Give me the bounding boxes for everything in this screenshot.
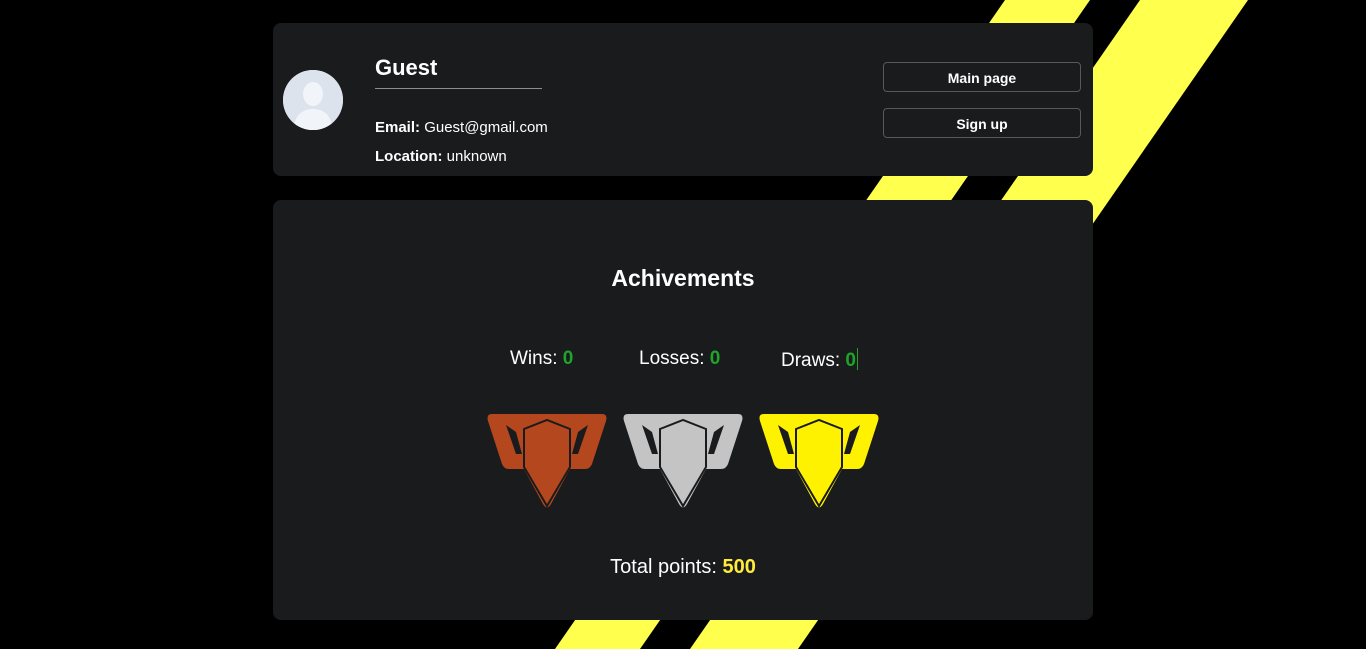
wins-value: 0 — [562, 348, 574, 369]
bronze-trophy-icon — [487, 414, 607, 508]
gold-trophy-icon — [759, 414, 879, 508]
location-label: Location: — [375, 148, 443, 165]
wins-label: Wins: — [510, 348, 558, 369]
user-silhouette-icon — [283, 70, 343, 130]
wins-stat: Wins: 0 — [510, 348, 573, 370]
location-row: Location: unknown — [375, 148, 507, 165]
email-value: Guest@gmail.com — [424, 119, 548, 136]
total-points: Total points: 500 — [273, 556, 1093, 579]
profile-card: Guest Email: Guest@gmail.com Location: u… — [273, 23, 1093, 176]
draws-value: 0 — [845, 350, 856, 371]
silver-trophy-icon — [623, 414, 743, 508]
divider — [375, 88, 542, 89]
avatar — [283, 70, 343, 130]
main-page-button[interactable]: Main page — [883, 62, 1081, 92]
achievements-title: Achivements — [611, 265, 755, 291]
email-row: Email: Guest@gmail.com — [375, 119, 548, 136]
text-caret — [856, 348, 858, 370]
losses-label: Losses: — [639, 348, 705, 369]
email-label: Email: — [375, 119, 421, 136]
total-points-value: 500 — [722, 556, 756, 578]
achievements-card: Achivements Wins: 0 Losses: 0 Draws: 0 T… — [273, 200, 1093, 620]
sign-up-button[interactable]: Sign up — [883, 108, 1081, 138]
losses-value: 0 — [709, 348, 721, 369]
losses-stat: Losses: 0 — [639, 348, 720, 370]
draws-stat: Draws: 0 — [781, 348, 858, 372]
location-value: unknown — [446, 148, 507, 165]
username: Guest — [375, 55, 438, 80]
total-points-label: Total points: — [610, 556, 717, 578]
draws-label: Draws: — [781, 350, 841, 371]
